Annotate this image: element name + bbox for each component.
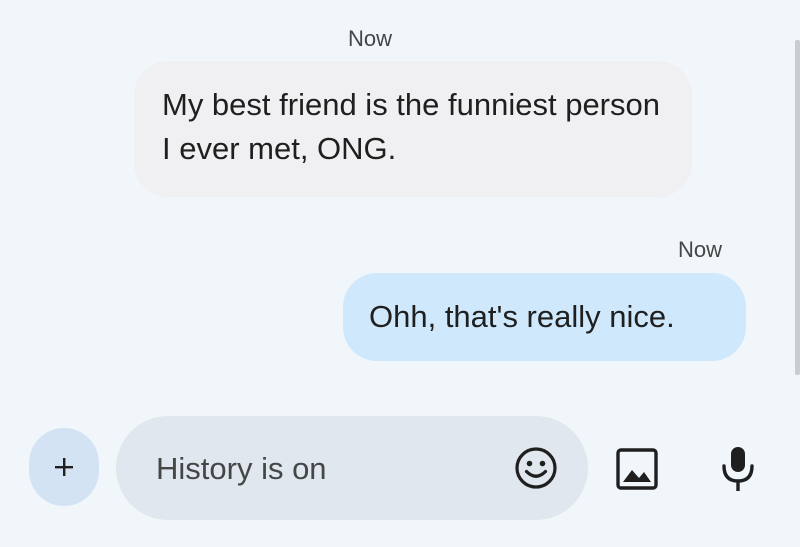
message-timestamp: Now xyxy=(677,237,722,262)
emoji-icon xyxy=(515,447,557,489)
plus-icon xyxy=(55,458,73,476)
gallery-button[interactable] xyxy=(614,446,660,492)
emoji-button[interactable] xyxy=(514,446,558,490)
image-icon xyxy=(616,448,658,490)
outgoing-message-bubble[interactable]: Ohh, that's really nice. xyxy=(343,273,746,361)
message-timestamp: Now xyxy=(348,26,393,51)
incoming-message-bubble[interactable]: My best friend is the funniest person I … xyxy=(134,61,692,197)
scrollbar[interactable] xyxy=(795,40,800,375)
compose-field xyxy=(116,416,588,520)
conversation-screen: Now My best friend is the funniest perso… xyxy=(0,0,800,547)
voice-input-button[interactable] xyxy=(718,444,758,494)
mic-icon xyxy=(722,447,754,491)
message-input[interactable] xyxy=(154,446,498,492)
add-attachment-button[interactable] xyxy=(29,428,99,506)
